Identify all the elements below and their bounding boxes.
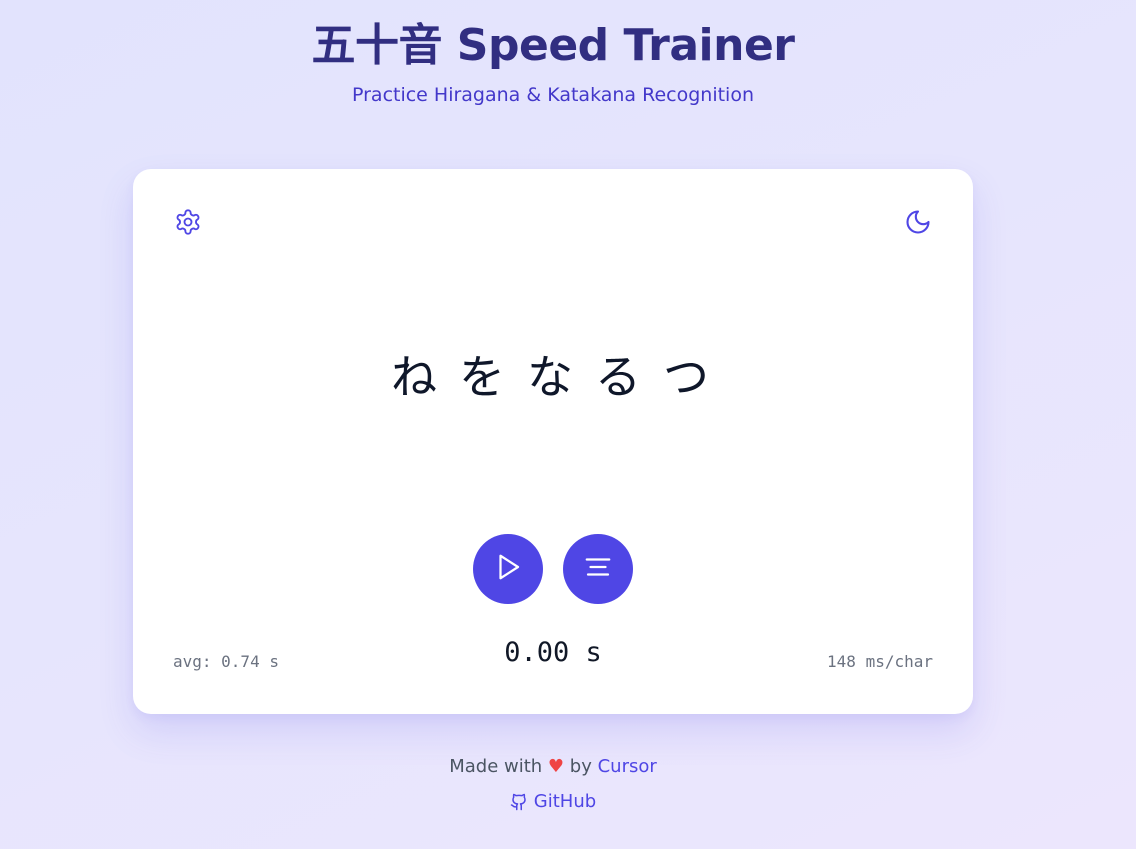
kana-char: を [459, 350, 511, 404]
trainer-card: ねをなるつ avg: 0.74 s 0.00 s 148 ms/char [133, 169, 973, 714]
kana-display: ねをなるつ [133, 347, 973, 407]
page-subtitle: Practice Hiragana & Katakana Recognition [351, 84, 754, 106]
cursor-link[interactable]: Cursor [598, 756, 657, 777]
menu-icon [583, 552, 613, 587]
theme-toggle-button[interactable] [902, 208, 934, 240]
kana-char: ね [391, 350, 443, 404]
footer: Made with ♥ by Cursor GitHub [0, 754, 1106, 815]
kana-char: つ [663, 350, 715, 404]
play-icon [493, 552, 523, 587]
made-with-text: Made with [449, 756, 543, 777]
kana-char: な [527, 350, 579, 404]
speed-per-char: 148 ms/char [827, 652, 933, 671]
github-link-label: GitHub [533, 791, 597, 812]
page-title: 五十音 Speed Trainer [311, 20, 795, 71]
play-button[interactable] [473, 534, 543, 604]
footer-credit: Made with ♥ by Cursor [0, 754, 1106, 780]
gear-icon [174, 208, 202, 241]
github-icon [510, 793, 528, 811]
heart-icon: ♥ [547, 756, 565, 777]
kana-char: る [595, 350, 647, 404]
moon-icon [904, 208, 932, 241]
header: 五十音 Speed Trainer Practice Hiragana & Ka… [0, 14, 1106, 108]
settings-button[interactable] [172, 208, 204, 240]
github-link[interactable]: GitHub [0, 789, 1106, 815]
by-text: by [569, 756, 592, 777]
menu-button[interactable] [563, 534, 633, 604]
